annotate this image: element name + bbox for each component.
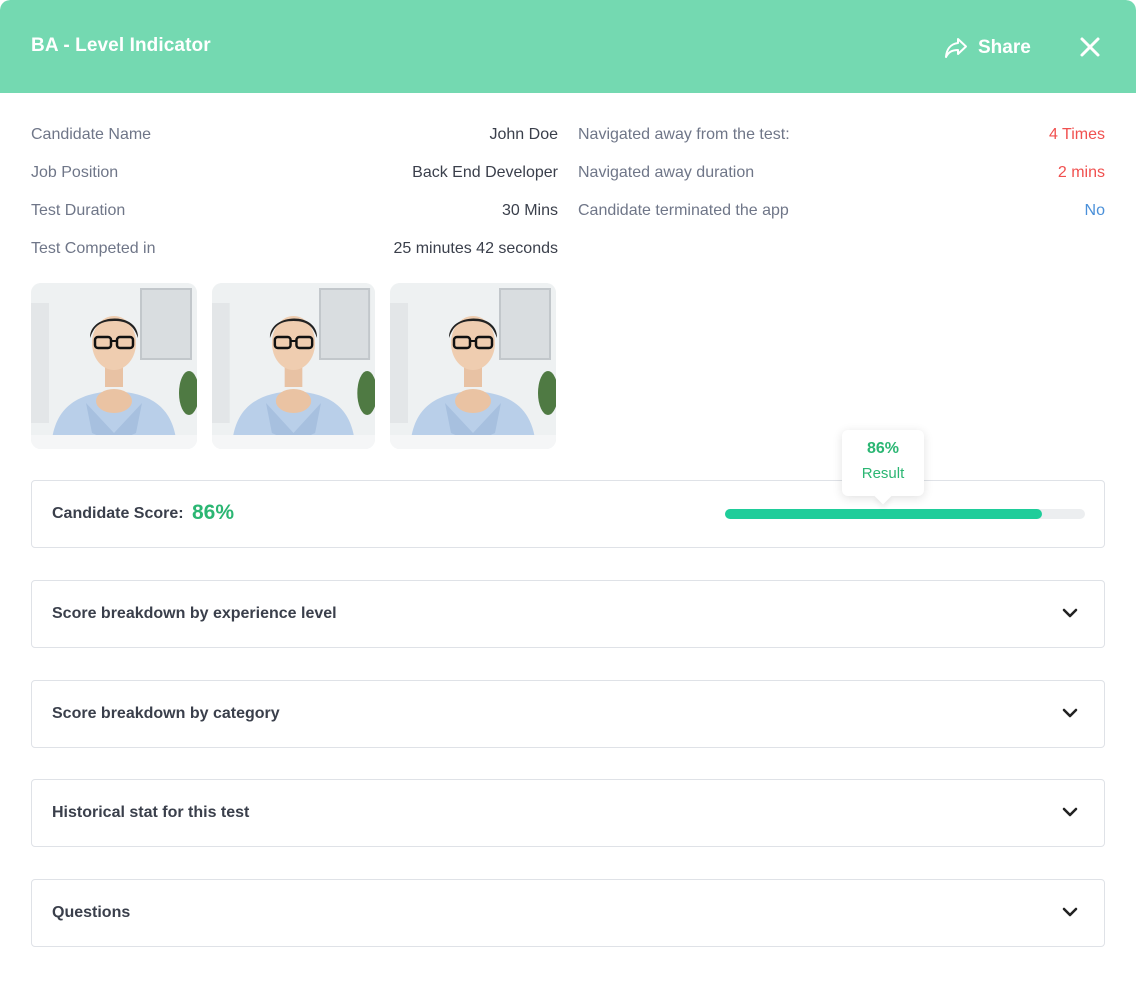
section-experience-level[interactable]: Score breakdown by experience level: [31, 580, 1105, 648]
share-label: Share: [978, 37, 1031, 58]
detail-value: 25 minutes 42 seconds: [393, 240, 558, 257]
candidate-score-label: Candidate Score:: [52, 505, 184, 522]
detail-completed-in: Test Competed in 25 minutes 42 seconds: [31, 240, 558, 258]
detail-label: Candidate Name: [31, 126, 152, 143]
detail-value: Back End Developer: [412, 164, 558, 181]
section-title: Historical stat for this test: [52, 804, 250, 821]
detail-label: Test Competed in: [31, 240, 156, 257]
chevron-down-icon[interactable]: [1062, 607, 1078, 619]
section-title: Score breakdown by category: [52, 705, 280, 722]
candidate-score-card: Candidate Score: 86%: [31, 480, 1105, 548]
section-title: Score breakdown by experience level: [52, 605, 337, 622]
level-indicator-modal: BA - Level Indicator Share Candidate Nam…: [0, 0, 1136, 988]
detail-value: 4 Times: [1048, 126, 1105, 143]
chevron-down-icon[interactable]: [1062, 906, 1078, 918]
tooltip-label: Result: [861, 465, 905, 482]
candidate-photo[interactable]: [31, 283, 197, 449]
candidate-photo-image: [212, 283, 375, 449]
score-progress-track: [725, 509, 1085, 519]
section-historical-stat[interactable]: Historical stat for this test: [31, 779, 1105, 847]
section-title: Questions: [52, 904, 131, 921]
detail-value: No: [1084, 202, 1105, 219]
detail-navigated-away-duration: Navigated away duration 2 mins: [578, 164, 1105, 182]
detail-label: Job Position: [31, 164, 119, 181]
detail-value: 2 mins: [1057, 164, 1105, 181]
detail-label: Navigated away duration: [578, 164, 755, 181]
modal-title: BA - Level Indicator: [31, 35, 211, 56]
score-result-tooltip: 86% Result: [842, 430, 924, 496]
detail-value: John Doe: [489, 126, 559, 143]
modal-header: BA - Level Indicator Share: [0, 0, 1136, 93]
close-icon[interactable]: [1076, 33, 1104, 61]
detail-terminated-app: Candidate terminated the app No: [578, 202, 1105, 220]
section-questions[interactable]: Questions: [31, 879, 1105, 947]
detail-navigated-away-count: Navigated away from the test: 4 Times: [578, 126, 1105, 144]
detail-job-position: Job Position Back End Developer: [31, 164, 558, 182]
chevron-down-icon[interactable]: [1062, 707, 1078, 719]
candidate-score-value: 86%: [192, 501, 235, 524]
detail-value: 30 Mins: [501, 202, 558, 219]
detail-label: Test Duration: [31, 202, 126, 219]
detail-label: Candidate terminated the app: [578, 202, 789, 219]
detail-label: Navigated away from the test:: [578, 126, 790, 143]
candidate-photo[interactable]: [390, 283, 556, 449]
score-progress-fill: [725, 509, 1042, 519]
chevron-down-icon[interactable]: [1062, 806, 1078, 818]
detail-test-duration: Test Duration 30 Mins: [31, 202, 558, 220]
share-icon: [945, 38, 967, 58]
detail-candidate-name: Candidate Name John Doe: [31, 126, 558, 144]
share-button[interactable]: Share: [944, 33, 1031, 63]
section-category[interactable]: Score breakdown by category: [31, 680, 1105, 748]
candidate-photo-image: [390, 283, 556, 449]
candidate-photo-image: [31, 283, 197, 449]
candidate-photo[interactable]: [212, 283, 375, 449]
tooltip-value: 86%: [866, 440, 900, 457]
